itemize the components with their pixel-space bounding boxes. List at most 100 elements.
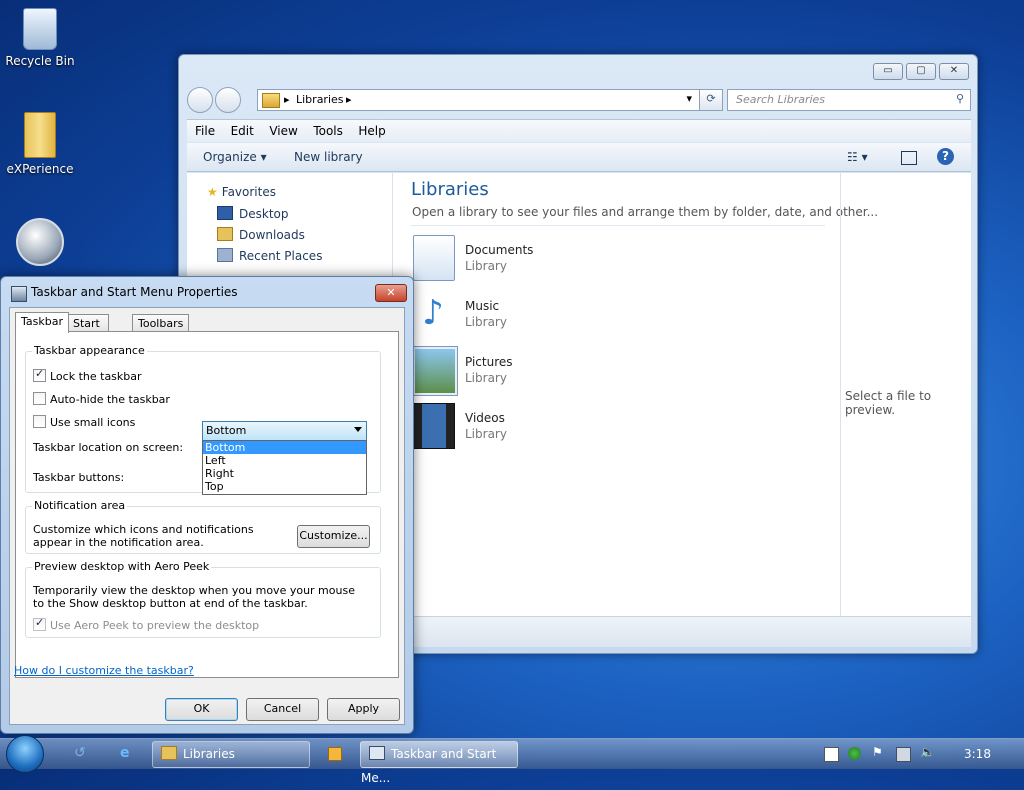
volume-muted-icon[interactable]: 🔈 xyxy=(920,745,935,759)
security-tray-icon[interactable] xyxy=(848,747,861,760)
apply-button[interactable]: Apply xyxy=(327,698,400,721)
pictures-library-icon xyxy=(413,347,457,395)
network-icon[interactable] xyxy=(896,747,911,762)
aero-peek-checkbox[interactable]: Use Aero Peek to preview the desktop xyxy=(33,616,260,632)
divider xyxy=(411,225,825,226)
taskbar-icon xyxy=(369,746,385,760)
checkbox-icon xyxy=(33,415,46,428)
checkbox-label: Lock the taskbar xyxy=(50,370,142,383)
taskbar-item-label: Libraries xyxy=(183,747,235,761)
dialog-title: Taskbar and Start Menu Properties xyxy=(31,285,238,299)
address-dropdown-icon[interactable]: ▾ xyxy=(686,92,692,105)
command-bar: Organize ▾ New library ☷ ▾ ? xyxy=(187,143,971,172)
pin-icon[interactable]: ↺ xyxy=(74,745,90,761)
dialog-close-button[interactable]: ✕ xyxy=(375,284,407,302)
library-name: Pictures xyxy=(465,355,513,369)
menu-file[interactable]: File xyxy=(195,124,215,138)
maximize-button[interactable]: ▢ xyxy=(906,63,936,80)
library-type: Library xyxy=(465,315,507,329)
document-tray-icon[interactable] xyxy=(824,747,839,762)
navigation-row: ▸ Libraries ▸ ▾ ⟳ Search Libraries ⚲ xyxy=(187,87,971,113)
close-button[interactable]: ✕ xyxy=(939,63,969,80)
start-button[interactable] xyxy=(6,735,44,773)
menu-edit[interactable]: Edit xyxy=(231,124,254,138)
taskbar-icon xyxy=(11,286,27,302)
nav-item-label: Downloads xyxy=(239,228,305,242)
desktop-icon xyxy=(217,206,233,220)
desktop-icon-recycle-bin[interactable]: Recycle Bin xyxy=(0,8,80,68)
checkbox-label: Auto-hide the taskbar xyxy=(50,393,170,406)
folder-icon xyxy=(24,112,56,158)
taskbar-item-libraries[interactable]: Libraries xyxy=(152,741,310,768)
refresh-button[interactable]: ⟳ xyxy=(699,89,723,111)
nav-item-downloads[interactable]: Downloads xyxy=(217,227,305,242)
location-option-top[interactable]: Top xyxy=(203,480,366,493)
autohide-taskbar-checkbox[interactable]: Auto-hide the taskbar xyxy=(33,392,170,406)
location-option-bottom[interactable]: Bottom xyxy=(203,441,366,454)
preview-pane: Select a file to preview. xyxy=(840,173,971,617)
desktop-icon-label: Recycle Bin xyxy=(5,54,75,68)
lock-taskbar-checkbox[interactable]: Lock the taskbar xyxy=(33,367,142,383)
help-icon[interactable]: ? xyxy=(937,148,954,165)
ok-button[interactable]: OK xyxy=(165,698,238,721)
location-label: Taskbar location on screen: xyxy=(33,441,184,454)
location-select[interactable]: Bottom xyxy=(202,421,367,441)
menu-help[interactable]: Help xyxy=(358,124,385,138)
view-options-icon[interactable]: ☷ ▾ xyxy=(847,150,868,164)
videos-library-icon xyxy=(413,403,455,449)
location-dropdown-list: Bottom Left Right Top xyxy=(202,440,367,495)
aero-peek-text: Temporarily view the desktop when you mo… xyxy=(33,584,355,610)
nav-favorites[interactable]: ★ Favorites xyxy=(207,185,276,199)
back-button[interactable] xyxy=(187,87,213,113)
chevron-right-icon: ▸ xyxy=(346,93,352,106)
page-subtitle: Open a library to see your files and arr… xyxy=(412,205,879,219)
small-icons-checkbox[interactable]: Use small icons xyxy=(33,415,135,429)
internet-explorer-icon[interactable]: e xyxy=(120,745,136,761)
group-legend: Taskbar appearance xyxy=(32,344,147,357)
checkbox-label: Use Aero Peek to preview the desktop xyxy=(50,619,260,632)
clock[interactable]: 3:18 xyxy=(964,747,991,761)
organize-button[interactable]: Organize ▾ xyxy=(203,150,267,164)
address-bar[interactable]: ▸ Libraries ▸ ▾ xyxy=(257,89,719,111)
customize-button[interactable]: Customize... xyxy=(297,525,370,548)
preview-pane-icon[interactable] xyxy=(901,151,917,165)
taskbar: ↺ e Libraries Taskbar and Start Me... ⚑ … xyxy=(0,735,1024,785)
minimize-button[interactable]: ▭ xyxy=(873,63,903,80)
tab-taskbar[interactable]: Taskbar xyxy=(15,312,69,333)
star-icon: ★ xyxy=(207,185,218,199)
tab-panel-taskbar: Taskbar appearance Lock the taskbar Auto… xyxy=(14,331,399,678)
address-text: Libraries xyxy=(296,93,344,106)
menu-view[interactable]: View xyxy=(269,124,297,138)
group-legend: Preview desktop with Aero Peek xyxy=(32,560,212,573)
taskbar-item-properties[interactable]: Taskbar and Start Me... xyxy=(360,741,518,785)
page-title: Libraries xyxy=(411,179,489,200)
preview-text: Select a file to preview. xyxy=(845,389,932,417)
nav-favorites-label: Favorites xyxy=(221,185,276,199)
recent-places-icon xyxy=(217,248,233,262)
nav-item-desktop[interactable]: Desktop xyxy=(217,206,289,221)
search-input[interactable]: Search Libraries ⚲ xyxy=(727,89,971,111)
desktop-icon-experience[interactable]: eXPerience xyxy=(0,112,80,176)
tab-start-menu[interactable]: Start Menu xyxy=(67,314,110,347)
forward-button[interactable] xyxy=(215,87,241,113)
library-type: Library xyxy=(465,371,507,385)
window-controls: ▭ ▢ ✕ xyxy=(873,63,969,80)
desktop-icon-app[interactable] xyxy=(0,218,80,270)
dialog-body: Taskbar Start Menu Toolbars Taskbar appe… xyxy=(9,307,405,725)
nav-item-label: Recent Places xyxy=(239,249,323,263)
location-option-right[interactable]: Right xyxy=(203,467,366,480)
flag-icon[interactable]: ⚑ xyxy=(872,745,885,759)
help-link[interactable]: How do I customize the taskbar? xyxy=(14,664,194,677)
nav-item-recent-places[interactable]: Recent Places xyxy=(217,248,322,263)
new-library-button[interactable]: New library xyxy=(294,150,363,164)
tab-toolbars[interactable]: Toolbars xyxy=(132,314,190,332)
chevron-right-icon: ▸ xyxy=(284,93,290,106)
folder-icon xyxy=(262,93,280,108)
location-option-left[interactable]: Left xyxy=(203,454,366,467)
menu-bar: File Edit View Tools Help xyxy=(187,119,971,142)
cancel-button[interactable]: Cancel xyxy=(246,698,319,721)
menu-tools[interactable]: Tools xyxy=(313,124,343,138)
library-name: Music xyxy=(465,299,500,313)
organize-label: Organize xyxy=(203,150,257,164)
media-player-icon[interactable] xyxy=(328,747,342,761)
